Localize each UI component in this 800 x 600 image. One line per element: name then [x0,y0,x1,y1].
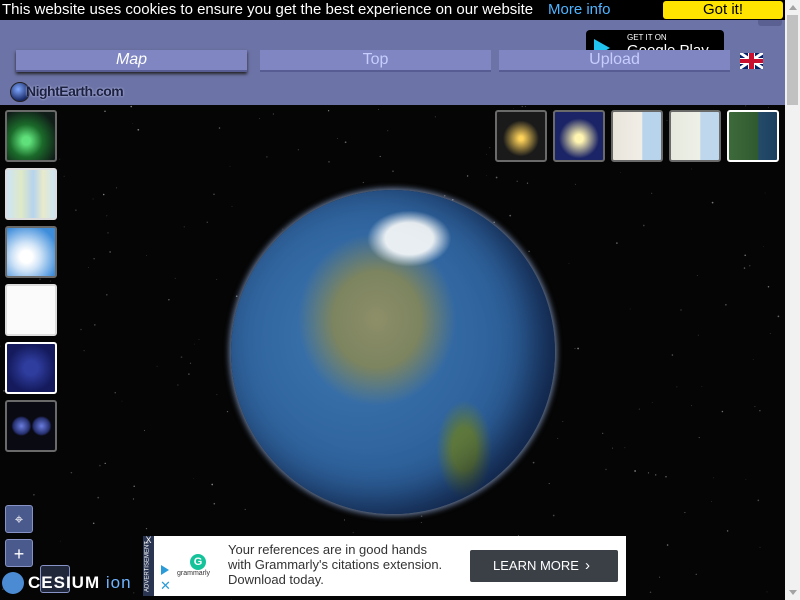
scrollbar-thumb[interactable] [787,15,798,105]
locate-button[interactable]: ⌖ [5,505,33,533]
scroll-down-arrow-icon[interactable] [785,585,800,600]
tab-upload[interactable]: Upload [499,50,730,72]
ad-banner[interactable]: X ADVERTISEMENT ✕ G grammarly Your refer… [143,536,626,596]
scroll-up-arrow-icon[interactable] [785,0,800,15]
layer-clouds-button[interactable] [5,226,57,278]
cookie-message: This website uses cookies to ensure you … [2,1,534,18]
google-play-badge[interactable]: GET IT ON Google Play [586,30,724,52]
layer-city-lights-blue-button[interactable] [553,110,605,162]
tab-top[interactable]: Top [260,50,491,72]
page-scrollbar[interactable] [785,0,800,600]
layer-night-lights-button[interactable] [5,342,57,394]
globe-viewer[interactable]: ⌖ + CESIUM ion [0,105,785,600]
play-badge-small-text: GET IT ON [627,33,667,42]
ad-body-text: Your references are in good hands with G… [228,542,443,587]
layer-city-lights-button[interactable] [495,110,547,162]
cookie-accept-button[interactable]: Got it! [663,1,783,19]
layer-two-globes-button[interactable] [5,400,57,452]
layer-world-map-button[interactable] [5,168,57,220]
ad-label: ADVERTISEMENT [144,541,151,592]
layer-political-map-button[interactable] [5,284,57,336]
layer-road-map-button[interactable] [611,110,663,162]
chevron-right-icon: › [585,557,590,574]
zoom-in-button[interactable]: + [5,539,33,567]
logo-text: NightEarth.com [26,83,124,99]
ad-cta-label: LEARN MORE [493,558,579,573]
layer-street-map-button[interactable] [669,110,721,162]
adchoices-play-icon[interactable] [161,565,169,575]
cesium-logo-icon [2,572,24,594]
ad-side-strip: X ADVERTISEMENT [143,536,154,596]
crosshair-icon: ⌖ [14,511,24,528]
ad-brand-name: grammarly [177,570,211,577]
cookie-banner: This website uses cookies to ensure you … [0,0,785,20]
cesium-credit-text: CESIUM ion [28,573,132,592]
uk-flag-icon[interactable] [740,53,763,69]
header-handle[interactable] [758,20,782,26]
layer-aurora-button[interactable] [5,110,57,162]
site-header: GET IT ON Google Play Map Top Upload Nig… [0,20,785,105]
layer-satellite-button[interactable] [727,110,779,162]
earth-globe[interactable] [231,190,555,514]
grammarly-logo-icon: G [190,554,206,570]
cookie-more-info-link[interactable]: More info [548,0,611,20]
tab-map[interactable]: Map [16,50,247,72]
ad-dismiss-icon[interactable]: ✕ [160,579,171,592]
ad-learn-more-button[interactable]: LEARN MORE › [470,550,618,582]
